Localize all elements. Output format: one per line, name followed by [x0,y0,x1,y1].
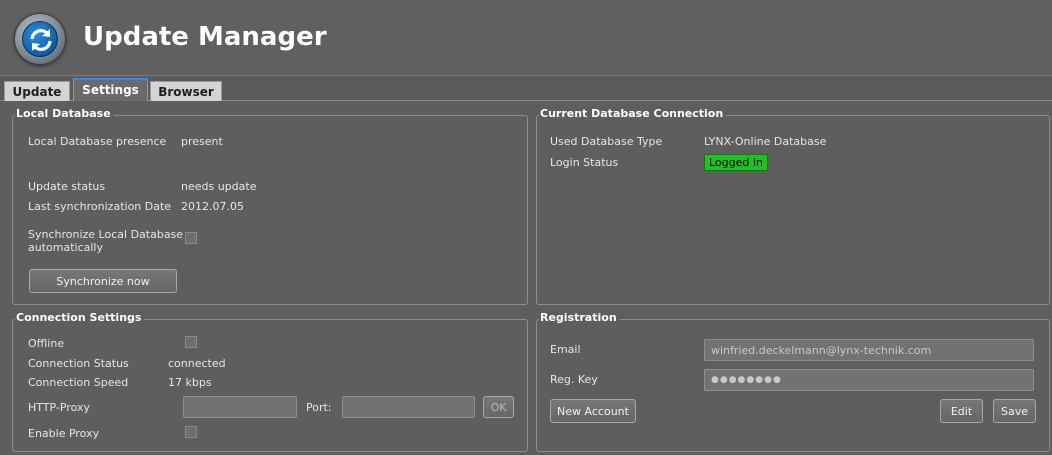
connection-status-value: connected [168,357,226,370]
current-connection-panel: Current Database Connection Used Databas… [536,107,1050,305]
db-type-label: Used Database Type [550,135,663,148]
enable-proxy-checkbox[interactable] [185,426,197,438]
last-sync-label: Last synchronization Date [28,200,172,213]
local-database-title: Local Database [15,107,114,120]
db-type-value: LYNX-Online Database [704,135,827,148]
port-label: Port: [306,401,332,414]
tab-settings[interactable]: Settings [73,78,148,101]
save-button[interactable]: Save [993,399,1036,423]
offline-label: Offline [28,337,65,350]
new-account-button[interactable]: New Account [550,399,636,423]
tab-browser[interactable]: Browser [150,81,222,101]
connection-speed-label: Connection Speed [28,376,129,389]
synchronize-now-button[interactable]: Synchronize now [29,269,177,293]
local-database-panel: Local Database Local Database presence p… [12,107,528,305]
edit-button[interactable]: Edit [940,399,983,423]
tab-update[interactable]: Update [4,81,70,101]
auto-sync-label-line1: Synchronize Local Database [28,228,184,241]
app-title: Update Manager [83,22,327,52]
login-status-label: Login Status [550,156,619,169]
reg-key-field[interactable]: ●●●●●●●● [704,369,1034,391]
last-sync-value: 2012.07.05 [181,200,244,213]
email-field[interactable]: winfried.deckelmann@lynx-technik.com [704,339,1034,361]
update-status-label: Update status [28,180,106,193]
enable-proxy-label: Enable Proxy [28,427,100,440]
connection-settings-title: Connection Settings [15,311,145,324]
app-header: Update Manager [0,0,1052,76]
registration-panel: Registration Email winfried.deckelmann@l… [536,311,1050,452]
auto-sync-checkbox[interactable] [185,232,197,244]
presence-value: present [181,135,223,148]
reg-key-label: Reg. Key [550,373,598,386]
http-proxy-label: HTTP-Proxy [28,401,91,414]
registration-title: Registration [539,311,620,324]
current-connection-title: Current Database Connection [539,107,727,120]
offline-checkbox[interactable] [185,336,197,348]
auto-sync-label-line2: automatically [28,241,103,254]
connection-settings-panel: Connection Settings Offline Connection S… [12,311,528,452]
login-status-badge: Logged in [704,154,768,171]
presence-label: Local Database presence [28,135,167,148]
proxy-ok-button[interactable]: OK [483,396,514,418]
email-label: Email [550,343,581,356]
update-manager-logo-icon [14,13,66,65]
port-input[interactable] [342,396,475,418]
connection-speed-value: 17 kbps [168,376,212,389]
connection-status-label: Connection Status [28,357,129,370]
update-status-value: needs update [181,180,257,193]
http-proxy-input[interactable] [183,396,297,418]
tab-bar: Update Settings Browser [0,77,1052,101]
